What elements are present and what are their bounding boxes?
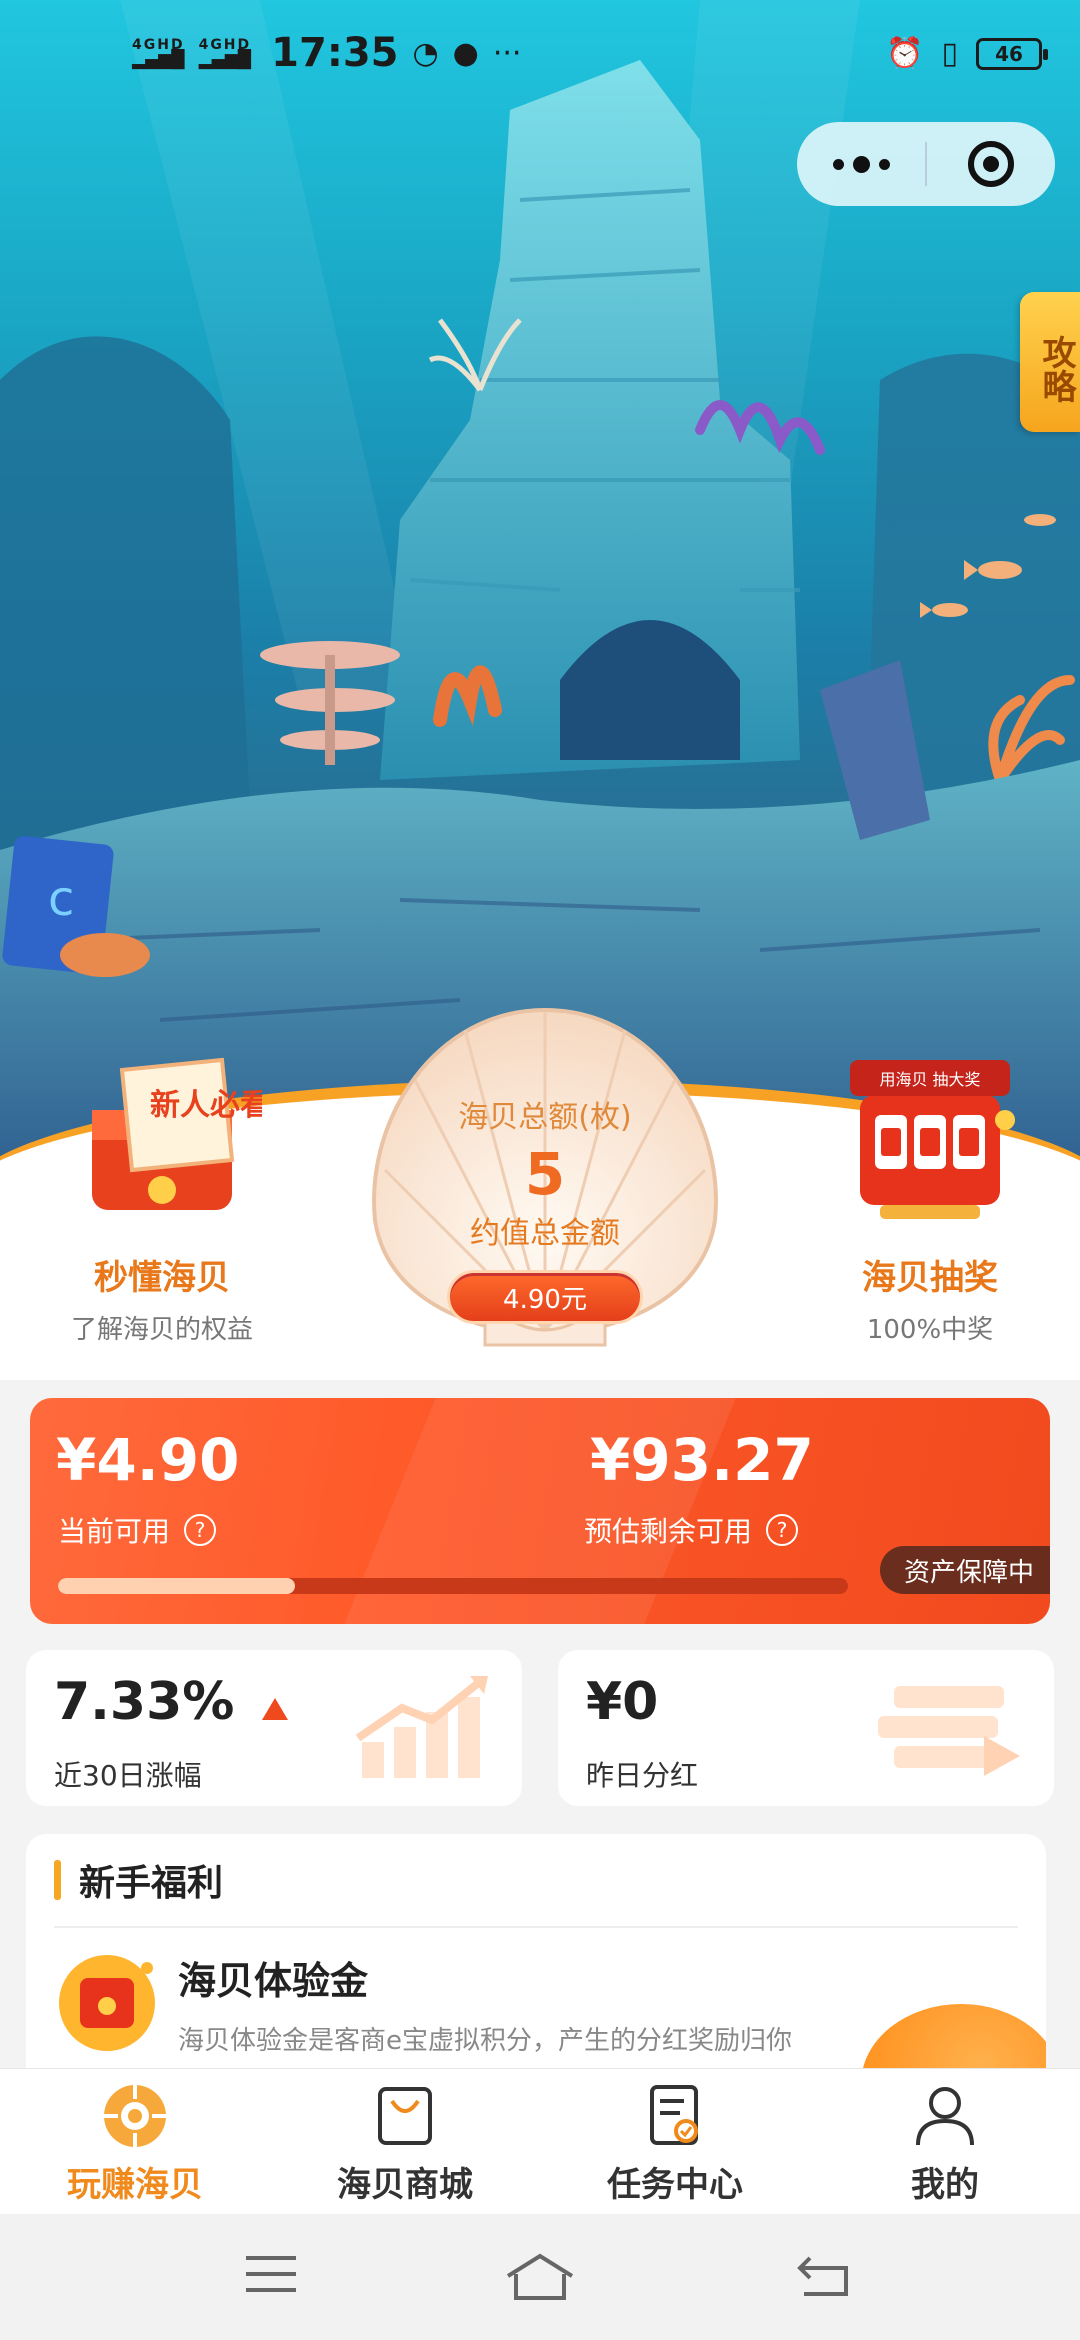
task-list-icon bbox=[650, 2085, 698, 2145]
remaining-label-text: 预估剩余可用 bbox=[584, 1515, 753, 1548]
tab-label: 海贝商城 bbox=[337, 2165, 473, 2205]
shell-value-label: 约值总金额 bbox=[470, 1216, 620, 1251]
trend-chart-icon bbox=[355, 1676, 488, 1778]
up-arrow-icon bbox=[262, 1698, 288, 1720]
dividend-label: 昨日分红 bbox=[586, 1759, 699, 1792]
signal-indicator: 4GHD ▂▄▆█ bbox=[132, 36, 185, 70]
growth-card[interactable]: 7.33% 近30日涨幅 bbox=[26, 1650, 522, 1806]
remaining-available-amount: ¥93.27 bbox=[590, 1426, 814, 1494]
current-available-amount: ¥4.90 bbox=[56, 1426, 240, 1494]
shell-total-label: 海贝总额(枚) bbox=[458, 1100, 632, 1135]
benefit-item-title[interactable]: 海贝体验金 bbox=[178, 1950, 368, 2005]
shell-value-pill: 4.90元 bbox=[447, 1270, 643, 1324]
current-available-label: 当前可用 ? bbox=[58, 1510, 217, 1550]
section-title: 新手福利 bbox=[79, 1863, 224, 1904]
status-bar: 4GHD ▂▄▆█ 4GHD ▂▄▆█ 17:35 ◔ ● ··· ⏰ ▯ 46 bbox=[0, 0, 1080, 120]
current-label-text: 当前可用 bbox=[58, 1515, 171, 1548]
lottery-entry[interactable]: 用海贝 抽大奖 海贝抽奖 100%中奖 bbox=[800, 1040, 1060, 1346]
transfer-icon bbox=[878, 1686, 1020, 1776]
battery-icon: 46 bbox=[976, 37, 1048, 70]
asset-card: ¥4.90 当前可用 ? ¥93.27 预估剩余可用 ? 资产保障中 bbox=[30, 1398, 1050, 1624]
close-mini-program-button[interactable] bbox=[927, 122, 1055, 206]
tab-label: 任务中心 bbox=[607, 2165, 743, 2205]
progress-fill bbox=[58, 1578, 295, 1594]
vibrate-icon: ▯ bbox=[941, 36, 958, 71]
tab-shell-mall[interactable]: 海贝商城 bbox=[270, 2069, 540, 2214]
dividend-value: ¥0 bbox=[586, 1672, 659, 1732]
shell-total-display[interactable]: 海贝总额(枚) 5 约值总金额 4.90元 bbox=[355, 1000, 735, 1360]
shell-count: 5 bbox=[524, 1140, 566, 1208]
growth-label: 近30日涨幅 bbox=[54, 1759, 202, 1792]
remaining-available-label: 预估剩余可用 ? bbox=[584, 1510, 799, 1550]
lottery-banner: 用海贝 抽大奖 bbox=[879, 1070, 980, 1089]
dividend-card[interactable]: ¥0 昨日分红 bbox=[558, 1650, 1054, 1806]
more-options-button[interactable] bbox=[797, 122, 925, 206]
usage-progress-bar bbox=[58, 1578, 848, 1594]
tab-label: 我的 bbox=[911, 2165, 979, 2205]
tab-play-earn[interactable]: 玩赚海贝 bbox=[0, 2069, 270, 2214]
shopping-bag-icon bbox=[378, 2087, 432, 2145]
battery-level: 46 bbox=[995, 41, 1023, 66]
help-icon[interactable]: ? bbox=[766, 1514, 799, 1546]
shell-tab-icon bbox=[104, 2085, 166, 2147]
feature-subtitle: 了解海贝的权益 bbox=[70, 1315, 253, 1345]
divider bbox=[54, 1926, 1018, 1928]
feature-title: 海贝抽奖 bbox=[862, 1258, 998, 1298]
tab-mine[interactable]: 我的 bbox=[810, 2069, 1080, 2214]
bottom-tab-bar: 玩赚海贝 海贝商城 任务中心 我的 bbox=[0, 2068, 1080, 2214]
asset-protection-badge[interactable]: 资产保障中 bbox=[879, 1546, 1050, 1594]
benefit-item-description: 海贝体验金是客商e宝虚拟积分，产生的分红奖励归你 bbox=[178, 2026, 792, 2056]
feature-subtitle: 100%中奖 bbox=[866, 1315, 994, 1345]
signal-indicator-2: 4GHD ▂▄▆█ bbox=[198, 36, 252, 70]
slot-machine-icon: 用海贝 抽大奖 bbox=[830, 1040, 1030, 1230]
tab-label: 玩赚海贝 bbox=[67, 2165, 203, 2205]
back-icon[interactable] bbox=[796, 2252, 852, 2298]
q-app-icon: ◔ bbox=[412, 35, 439, 71]
svg-text:c: c bbox=[48, 871, 74, 927]
system-navigation-bar bbox=[0, 2214, 1080, 2340]
strategy-tab[interactable]: 攻略 bbox=[1020, 292, 1080, 432]
user-profile-icon bbox=[916, 2087, 974, 2146]
beginner-guide-entry[interactable]: 新人必看 秒懂海贝 了解海贝的权益 bbox=[32, 1040, 292, 1346]
growth-value: 7.33% bbox=[54, 1672, 235, 1732]
clock: 17:35 bbox=[271, 30, 399, 76]
red-envelope-icon bbox=[52, 1948, 162, 2058]
chat-bubble-icon: ● bbox=[452, 35, 479, 71]
alarm-icon: ⏰ bbox=[886, 36, 924, 71]
menu-icon[interactable] bbox=[244, 2252, 298, 2296]
section-accent-bar bbox=[54, 1860, 61, 1900]
help-icon[interactable]: ? bbox=[184, 1514, 217, 1546]
mini-program-capsule bbox=[797, 122, 1055, 206]
tab-task-center[interactable]: 任务中心 bbox=[540, 2069, 810, 2214]
treasure-chest-icon: 新人必看 bbox=[62, 1040, 270, 1230]
home-icon[interactable] bbox=[504, 2252, 576, 2302]
badge-text-1: 新人必看 bbox=[150, 1088, 262, 1123]
feature-title: 秒懂海贝 bbox=[94, 1258, 230, 1298]
more-status-icon: ··· bbox=[492, 35, 522, 71]
